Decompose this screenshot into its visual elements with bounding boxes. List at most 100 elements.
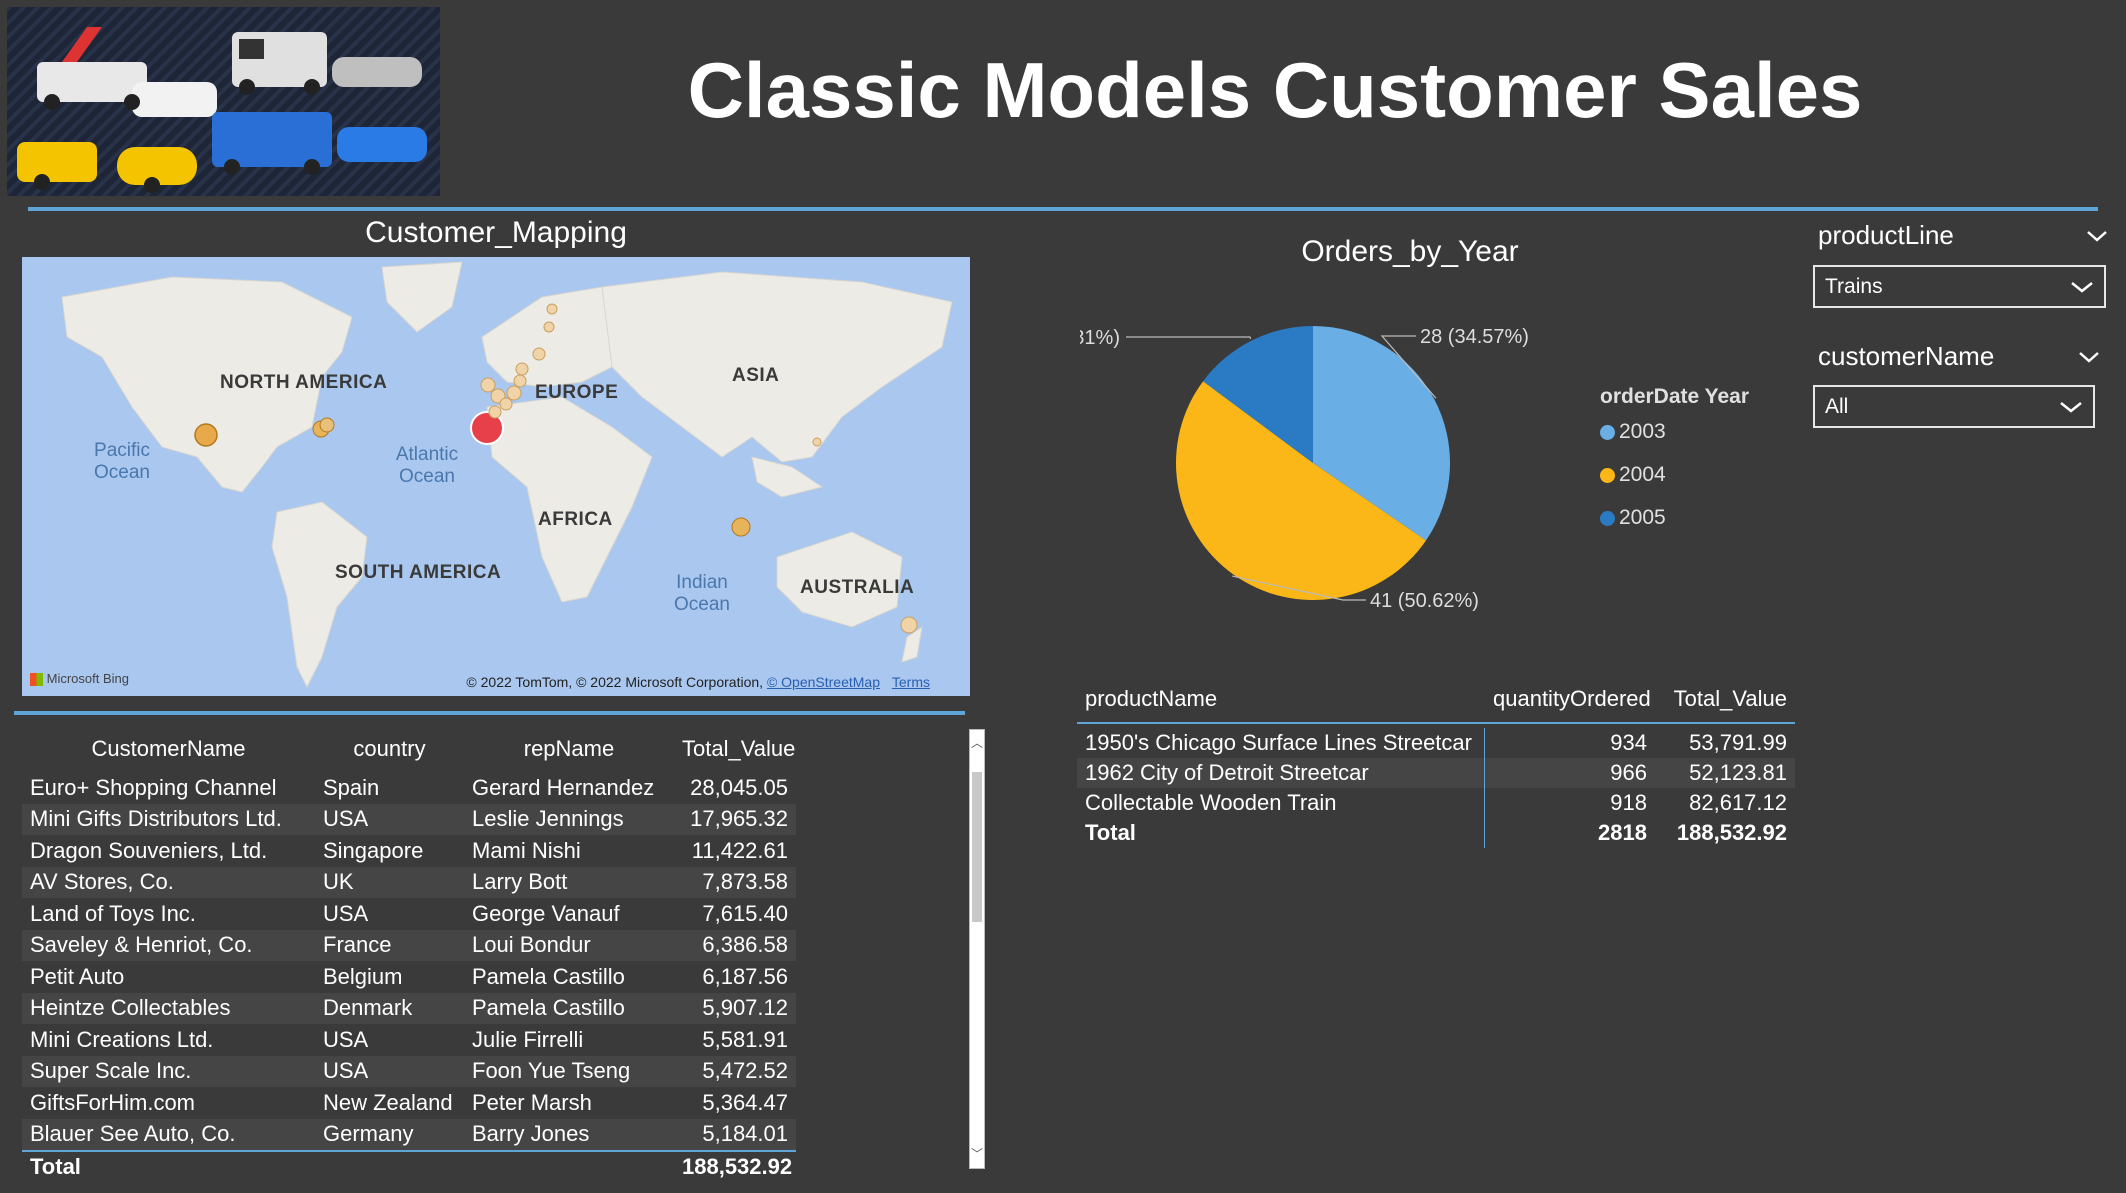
table-row[interactable]: GiftsForHim.com New Zealand Peter Marsh 5,3… [22, 1087, 796, 1119]
chevron-down-icon [2060, 401, 2082, 413]
pie-chart-title: Orders_by_Year [1301, 235, 1519, 268]
table-row[interactable]: Mini Gifts Distributors Ltd. USA Leslie Je… [22, 803, 796, 835]
customer-name-cell: GiftsForHim.com [30, 1089, 195, 1115]
table-row[interactable]: Heintze Collectables Denmark Pamela Castil… [22, 992, 796, 1024]
productline-dropdown[interactable]: Trains [1813, 265, 2106, 308]
table-row[interactable]: Petit Auto Belgium Pamela Castillo 6,187.56 [22, 961, 796, 993]
table-row[interactable]: 1962 City of Detroit Streetcar 966 52,123.… [1077, 758, 1795, 788]
legend-item[interactable]: 2004 [1600, 463, 1666, 487]
productline-selected-value: Trains [1825, 274, 1883, 298]
rep-name-cell: Pamela Castillo [472, 995, 625, 1021]
quantity-cell: 934 [1610, 730, 1647, 755]
total-label: Total [1077, 818, 1485, 848]
country-cell: Singapore [323, 837, 424, 863]
customer-name-cell: Super Scale Inc. [30, 1058, 192, 1084]
rep-name-cell: Peter Marsh [472, 1089, 592, 1115]
productline-slicer-header[interactable]: productLine [1818, 220, 2108, 251]
table-row[interactable]: Dragon Souveniers, Ltd. Singapore Mami Nis… [22, 835, 796, 867]
customer-name-cell: Mini Gifts Distributors Ltd. [30, 806, 282, 832]
rep-name-cell: Loui Bondur [472, 932, 591, 958]
legend-label: 2004 [1619, 463, 1666, 486]
total-quantity: 2818 [1598, 820, 1647, 845]
legend-dot-icon [1600, 424, 1615, 440]
table-total-row: Total 188,532.92 [22, 1150, 796, 1182]
table-row[interactable]: Collectable Wooden Train 918 82,617.12 [1077, 788, 1795, 818]
table-row[interactable]: Super Scale Inc. USA Foon Yue Tseng 5,472.5… [22, 1055, 796, 1087]
scroll-thumb[interactable] [972, 772, 982, 922]
continent-label: EUROPE [535, 382, 619, 403]
total-label: Total [30, 1153, 81, 1179]
productline-slicer-title: productLine [1818, 220, 1954, 250]
customername-slicer-header[interactable]: customerName [1818, 341, 2108, 372]
table-divider [14, 711, 965, 715]
customer-name-cell: Euro+ Shopping Channel [30, 774, 277, 800]
legend-dot-icon [1600, 467, 1615, 483]
scroll-up-icon[interactable]: ︿ [971, 734, 983, 751]
rep-name-cell: Barry Jones [472, 1121, 590, 1147]
total-value-cell: 5,472.52 [702, 1058, 788, 1084]
column-header-productname[interactable]: productName [1077, 676, 1485, 722]
table-row[interactable]: Land of Toys Inc. USA George Vanauf 7,615.4… [22, 898, 796, 930]
header-divider [28, 207, 2098, 211]
pie-data-label: 41 (50.62%) [1370, 590, 1479, 612]
table-row[interactable]: Blauer See Auto, Co. Germany Barry Jones 5,… [22, 1118, 796, 1150]
total-value-cell: 5,364.47 [702, 1089, 788, 1115]
rep-name-cell: George Vanauf [472, 900, 620, 926]
customer-table: CustomerName country repName Total_Value… [22, 726, 796, 1182]
total-value-cell: 52,123.81 [1689, 760, 1787, 785]
total-value-cell: 28,045.05 [690, 774, 788, 800]
product-name-cell: Collectable Wooden Train [1077, 788, 1485, 818]
rep-name-cell: Gerard Hernandez [472, 774, 655, 800]
continent-label: ASIA [732, 365, 780, 386]
customername-dropdown[interactable]: All [1813, 385, 2095, 428]
microsoft-logo-icon [30, 673, 43, 686]
ocean-label: Indian Ocean [674, 572, 730, 615]
pie-data-label: 28 (34.57%) [1420, 326, 1529, 348]
total-value-cell: 82,617.12 [1689, 790, 1787, 815]
customer-map[interactable]: NORTH AMERICA EUROPE ASIA AFRICA SOUTH A… [22, 257, 970, 696]
continent-label: NORTH AMERICA [220, 372, 388, 393]
pie-leader-line [1126, 336, 1252, 339]
legend-item[interactable]: 2005 [1600, 506, 1666, 530]
product-table: productName quantityOrdered Total_Value … [1077, 676, 1795, 848]
continent-label: AFRICA [538, 509, 613, 530]
column-header-country[interactable]: country [315, 736, 464, 762]
total-value-cell: 7,615.40 [702, 900, 788, 926]
rep-name-cell: Foon Yue Tseng [472, 1058, 631, 1084]
legend-dot-icon [1600, 510, 1615, 526]
table-row[interactable]: Euro+ Shopping Channel Spain Gerard Hernan… [22, 772, 796, 804]
chevron-down-icon [2079, 351, 2099, 363]
openstreetmap-link[interactable]: © OpenStreetMap [767, 674, 880, 690]
table-row[interactable]: 1950's Chicago Surface Lines Streetcar 93… [1077, 728, 1795, 758]
table-row[interactable]: Mini Creations Ltd. USA Julie Firrelli 5,58… [22, 1024, 796, 1056]
customer-name-cell: Dragon Souveniers, Ltd. [30, 837, 268, 863]
column-header-repname[interactable]: repName [464, 736, 674, 762]
legend-label: 2005 [1619, 506, 1666, 529]
sort-descending-icon: ▼ [682, 760, 694, 762]
chevron-down-icon [2071, 281, 2093, 293]
column-header-customername[interactable]: CustomerName [22, 736, 315, 762]
total-value-cell: 11,422.61 [691, 837, 788, 863]
column-header-total-value[interactable]: Total_Value ▼ [674, 736, 796, 762]
country-cell: Denmark [323, 995, 413, 1021]
continent-label: AUSTRALIA [800, 577, 915, 598]
column-header-total-value[interactable]: Total_Value [1655, 686, 1795, 712]
table-scrollbar[interactable]: ︿ ﹀ [969, 729, 985, 1169]
terms-link[interactable]: Terms [892, 674, 930, 690]
table-header: productName quantityOrdered Total_Value [1077, 676, 1795, 724]
customername-slicer-title: customerName [1818, 341, 1995, 371]
total-value-cell: 5,184.01 [702, 1121, 788, 1147]
table-row[interactable]: AV Stores, Co. UK Larry Bott 7,873.58 [22, 866, 796, 898]
customer-name-cell: Saveley & Henriot, Co. [30, 932, 253, 958]
legend-item[interactable]: 2003 [1600, 420, 1666, 444]
table-row[interactable]: Saveley & Henriot, Co. France Loui Bondur 6… [22, 929, 796, 961]
total-value-cell: 5,581.91 [702, 1026, 788, 1052]
pie-data-label: 12 (14.81%) [1080, 327, 1120, 349]
country-cell: USA [323, 900, 369, 926]
column-header-quantityordered[interactable]: quantityOrdered [1485, 686, 1655, 712]
scroll-down-icon[interactable]: ﹀ [971, 1145, 983, 1162]
rep-name-cell: Mami Nishi [472, 837, 581, 863]
total-value: 188,532.92 [682, 1153, 793, 1179]
table-total-row: Total 2818 188,532.92 [1077, 818, 1795, 848]
total-value-cell: 6,386.58 [702, 932, 788, 958]
